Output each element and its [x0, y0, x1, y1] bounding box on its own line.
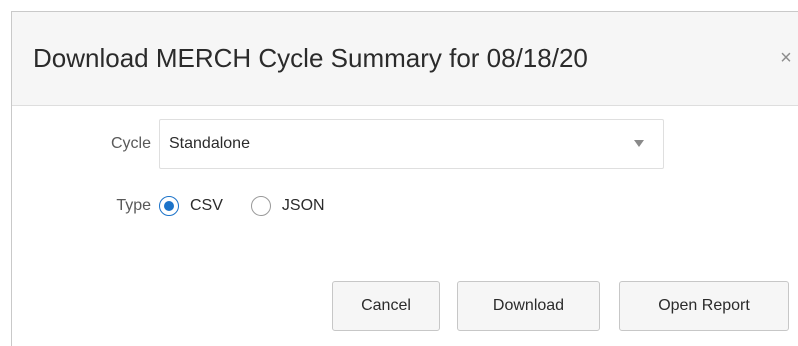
- cycle-select-value: Standalone: [169, 135, 250, 152]
- type-option-csv[interactable]: CSV: [159, 196, 223, 216]
- dialog-header: Download MERCH Cycle Summary for 08/18/2…: [12, 12, 798, 106]
- type-option-json[interactable]: JSON: [250, 196, 325, 216]
- radio-selected-dot: [164, 201, 174, 211]
- json-radio[interactable]: [250, 196, 271, 216]
- download-button[interactable]: Download: [457, 281, 600, 331]
- type-label: Type: [116, 197, 151, 214]
- dialog-title: Download MERCH Cycle Summary for 08/18/2…: [33, 43, 588, 73]
- cancel-button[interactable]: Cancel: [332, 281, 440, 331]
- json-label: JSON: [281, 197, 325, 214]
- close-icon: ×: [780, 47, 792, 69]
- cycle-select[interactable]: Standalone: [159, 119, 664, 169]
- csv-label: CSV: [190, 197, 223, 214]
- chevron-down-icon: [634, 140, 644, 147]
- close-button[interactable]: ×: [775, 47, 797, 69]
- csv-radio[interactable]: [159, 196, 179, 216]
- open-report-button[interactable]: Open Report: [619, 281, 789, 331]
- type-radio-group: CSV JSON: [159, 196, 353, 216]
- download-dialog: Download MERCH Cycle Summary for 08/18/2…: [11, 11, 798, 346]
- type-row: Type CSV JSON: [12, 196, 353, 216]
- cycle-row: Cycle Standalone: [12, 119, 664, 169]
- cycle-label: Cycle: [110, 135, 151, 152]
